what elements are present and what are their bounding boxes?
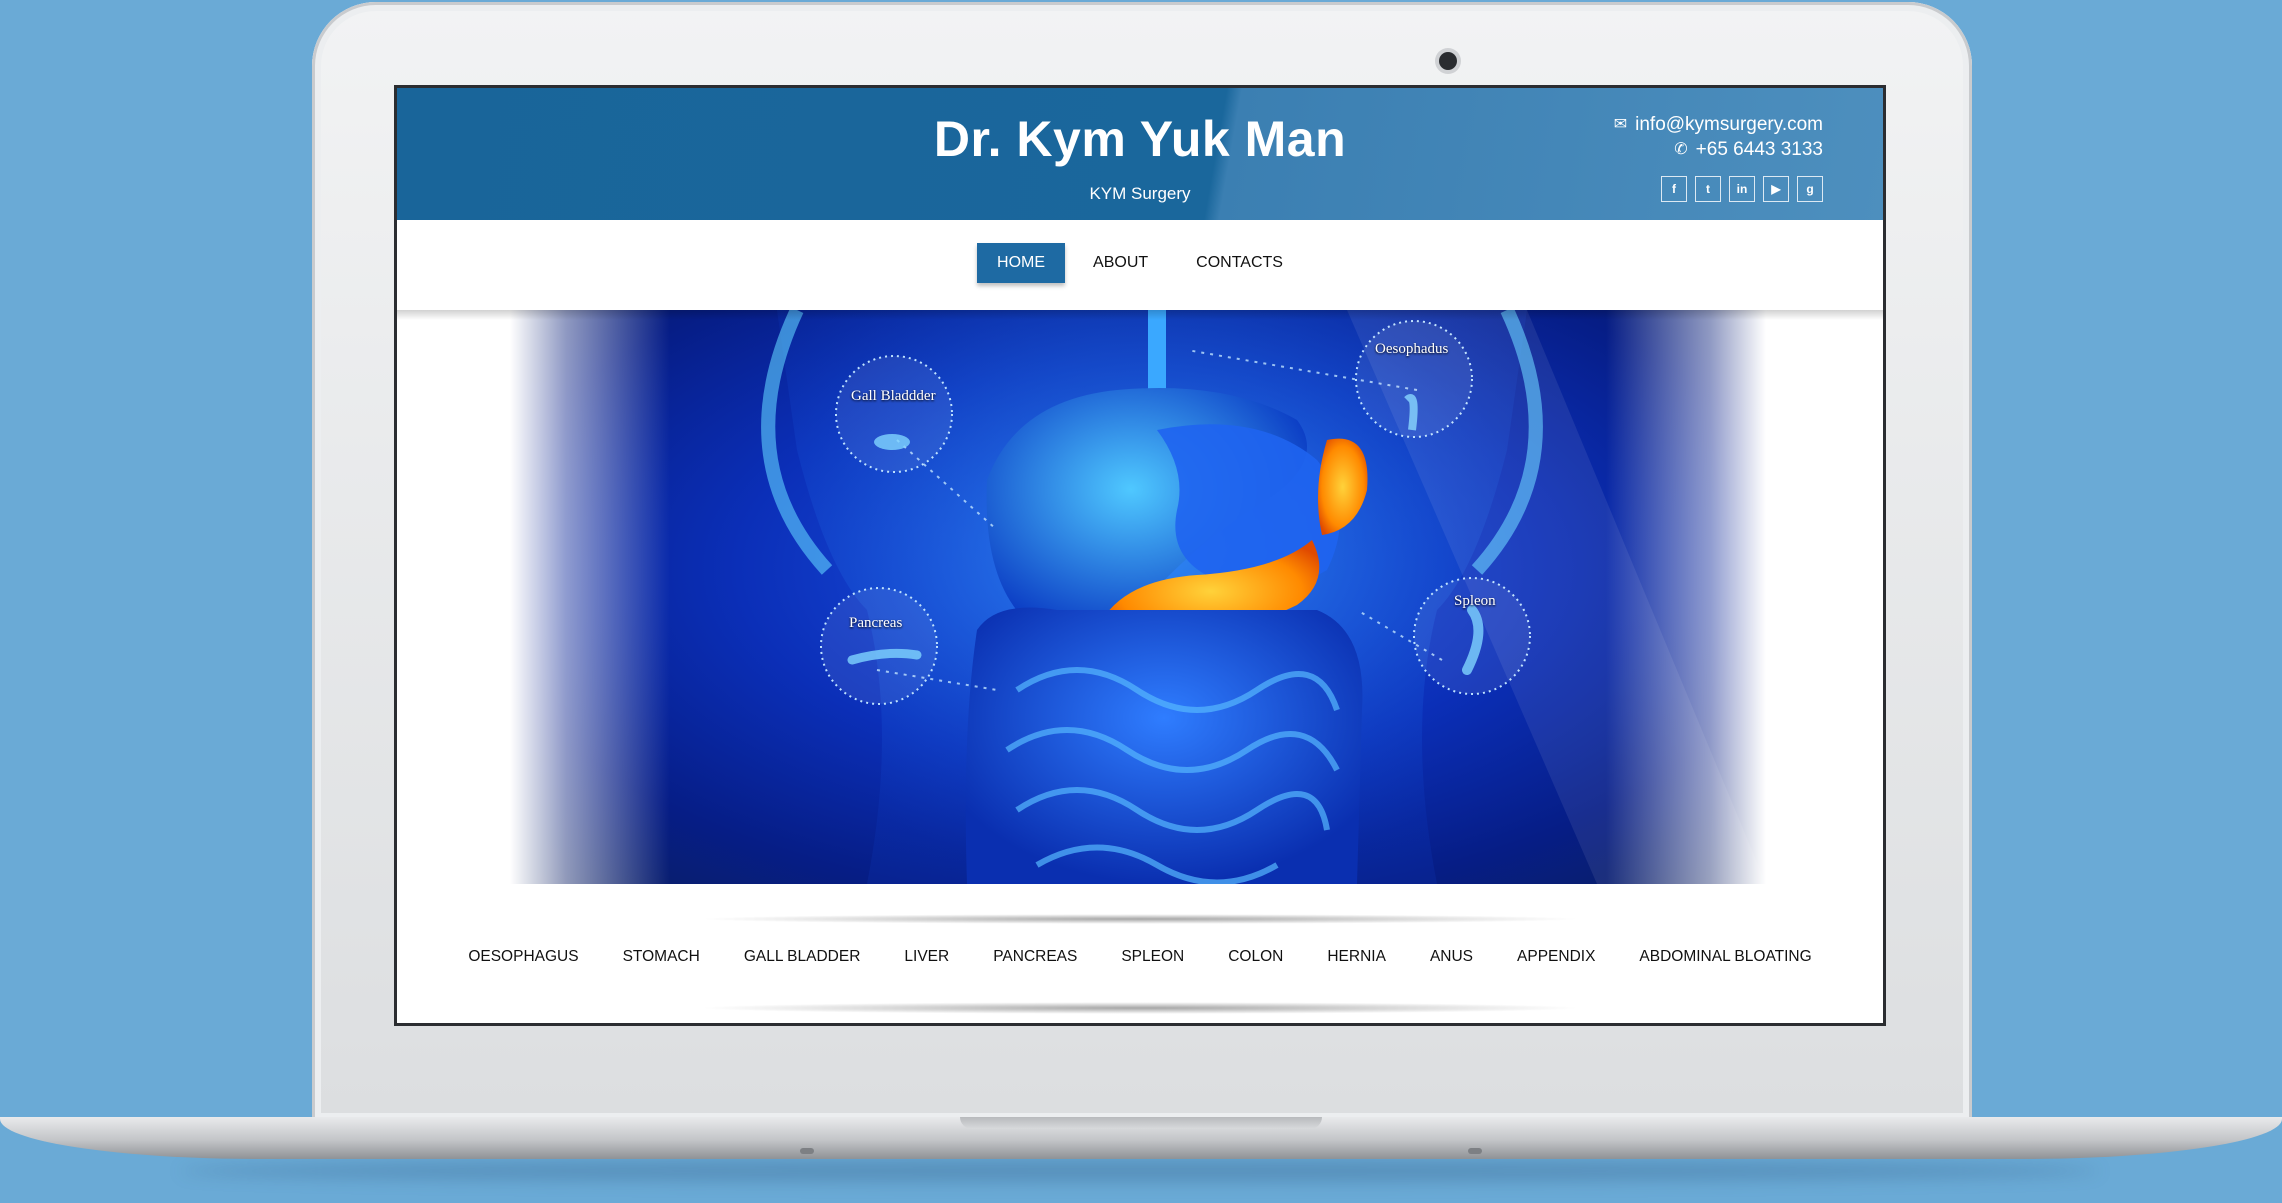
intestines-shape [965, 607, 1363, 884]
organ-link-anus[interactable]: ANUS [1408, 942, 1495, 972]
hero-top-shadow [397, 310, 1883, 320]
organ-link-gall-bladder[interactable]: GALL BLADDER [722, 942, 883, 972]
laptop-shadow [180, 1160, 2100, 1182]
organ-link-appendix[interactable]: APPENDIX [1495, 942, 1617, 972]
nav-about[interactable]: ABOUT [1073, 243, 1168, 283]
youtube-icon[interactable]: ▶ [1763, 176, 1789, 202]
label-spleen[interactable]: Spleon [1454, 593, 1496, 610]
phone-icon: ✆ [1674, 141, 1688, 158]
organ-link-stomach[interactable]: STOMACH [601, 942, 722, 972]
laptop-foot [1468, 1148, 1482, 1154]
label-oesophagus[interactable]: Oesophadus [1375, 341, 1448, 358]
nav-contacts[interactable]: CONTACTS [1176, 243, 1303, 283]
label-gall-bladder[interactable]: Gall Bladdder [851, 388, 936, 405]
hero-fade-right [1606, 310, 1766, 884]
nav-home[interactable]: HOME [977, 243, 1066, 283]
shelf-shadow-bottom [697, 1002, 1583, 1014]
organ-link-oesophagus[interactable]: OESOPHAGUS [446, 942, 600, 972]
organ-link-abdominal-bloating[interactable]: ABDOMINAL BLOATING [1617, 942, 1833, 972]
shelf-shadow-top [697, 914, 1583, 924]
organ-link-liver[interactable]: LIVER [882, 942, 971, 972]
organ-link-colon[interactable]: COLON [1206, 942, 1305, 972]
main-nav: HOME ABOUT CONTACTS [397, 220, 1883, 310]
label-pancreas[interactable]: Pancreas [849, 615, 902, 632]
organ-link-hernia[interactable]: HERNIA [1305, 942, 1408, 972]
hero-fade-left [510, 310, 670, 884]
site-header: Dr. Kym Yuk Man KYM Surgery ✉ info@kymsu… [397, 88, 1883, 220]
email-link[interactable]: info@kymsurgery.com [1635, 112, 1823, 137]
linkedin-icon[interactable]: in [1729, 176, 1755, 202]
hero-banner: Gall Bladdder Oesophadus Pancreas Spleon [397, 310, 1883, 884]
contact-info: ✉ info@kymsurgery.com ✆ +65 6443 3133 [1614, 112, 1823, 162]
website-screen: Dr. Kym Yuk Man KYM Surgery ✉ info@kymsu… [394, 85, 1886, 1026]
laptop-notch [960, 1117, 1322, 1129]
facebook-icon[interactable]: f [1661, 176, 1687, 202]
camera-icon [1439, 52, 1457, 70]
social-links: f t in ▶ g [1661, 176, 1823, 202]
mini-gallbladder-icon [874, 434, 910, 450]
twitter-icon[interactable]: t [1695, 176, 1721, 202]
envelope-icon: ✉ [1613, 116, 1628, 133]
organ-menu: OESOPHAGUS STOMACH GALL BLADDER LIVER PA… [397, 914, 1883, 1023]
organ-link-spleen[interactable]: SPLEON [1099, 942, 1206, 972]
organ-link-pancreas[interactable]: PANCREAS [971, 942, 1099, 972]
google-plus-icon[interactable]: g [1797, 176, 1823, 202]
phone-number[interactable]: +65 6443 3133 [1696, 137, 1823, 162]
laptop-foot [800, 1148, 814, 1154]
